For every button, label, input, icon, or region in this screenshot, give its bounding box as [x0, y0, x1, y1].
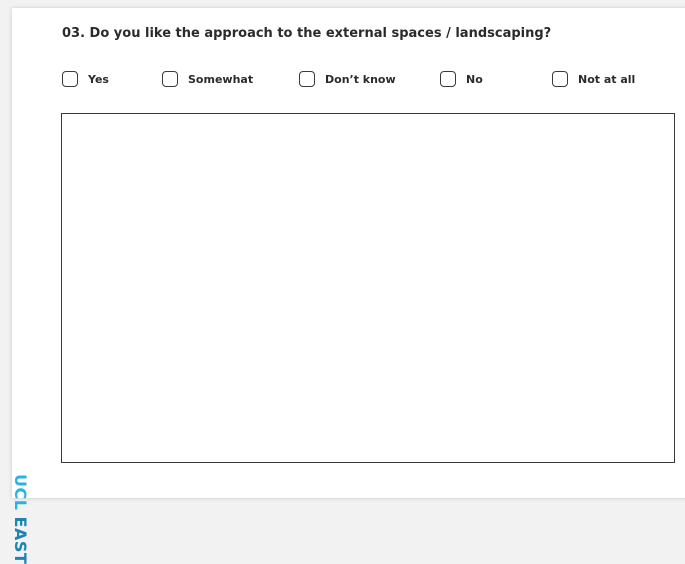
option-label-somewhat: Somewhat — [188, 72, 254, 86]
option-label-no: No — [466, 72, 483, 86]
checkbox-dont-know[interactable] — [299, 71, 315, 87]
checkbox-not-at-all[interactable] — [552, 71, 568, 87]
comment-box[interactable] — [61, 113, 675, 463]
option-label-not-at-all: Not at all — [578, 72, 636, 86]
option-dont-know[interactable]: Don’t know — [299, 69, 396, 89]
option-yes[interactable]: Yes — [62, 69, 109, 89]
ucl-east-logo: UCL EAST — [11, 474, 30, 564]
option-label-dont-know: Don’t know — [325, 72, 396, 86]
questionnaire-page: 03. Do you like the approach to the exte… — [11, 8, 685, 564]
logo-east-text: EAST — [11, 516, 30, 564]
option-no[interactable]: No — [440, 69, 483, 89]
logo-ucl-text: UCL — [11, 474, 30, 511]
checkbox-no[interactable] — [440, 71, 456, 87]
checkbox-somewhat[interactable] — [162, 71, 178, 87]
option-label-yes: Yes — [88, 72, 109, 86]
option-somewhat[interactable]: Somewhat — [162, 69, 253, 89]
option-not-at-all[interactable]: Not at all — [552, 69, 635, 89]
checkbox-yes[interactable] — [62, 71, 78, 87]
